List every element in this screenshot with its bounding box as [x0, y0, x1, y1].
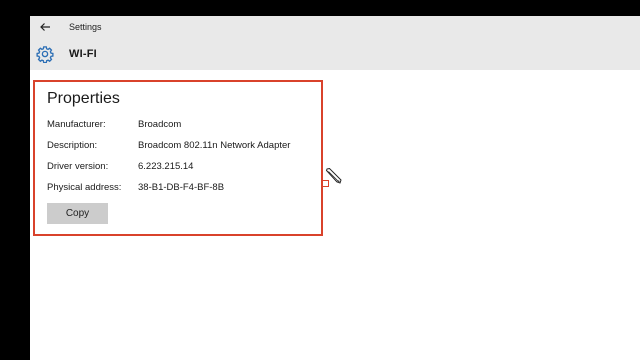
gear-icon: [30, 38, 60, 70]
property-value: 6.223.215.14: [138, 161, 194, 172]
page-title: WI-FI: [69, 48, 97, 60]
pencil-cursor-icon: [325, 167, 342, 184]
window-title: Settings: [69, 22, 102, 32]
property-label: Driver version:: [47, 161, 109, 172]
property-label: Description:: [47, 140, 98, 151]
property-value: Broadcom 802.11n Network Adapter: [138, 140, 291, 151]
property-value: Broadcom: [138, 119, 182, 130]
title-bar: Settings: [30, 16, 640, 38]
property-label: Physical address:: [47, 182, 122, 193]
copy-button[interactable]: Copy: [47, 203, 108, 224]
property-value: 38-B1-DB-F4-BF-8B: [138, 182, 225, 193]
properties-heading: Properties: [47, 90, 120, 107]
back-button[interactable]: [30, 16, 60, 38]
properties-panel: Properties Manufacturer: Broadcom Descri…: [33, 80, 323, 236]
back-arrow-icon: [40, 23, 50, 31]
settings-window: Settings WI-FI Properties Manufacturer: …: [30, 16, 640, 360]
property-label: Manufacturer:: [47, 119, 106, 130]
page-header: WI-FI: [30, 38, 640, 70]
